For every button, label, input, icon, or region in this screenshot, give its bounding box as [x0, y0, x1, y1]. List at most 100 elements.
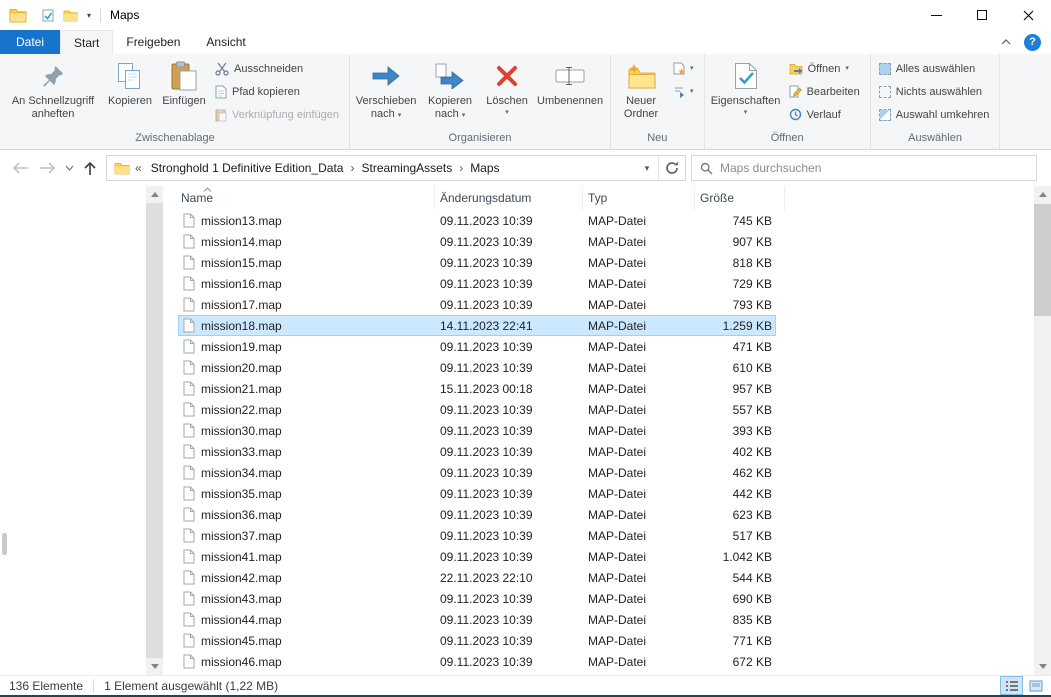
invert-selection-button[interactable]: Auswahl umkehren — [874, 103, 997, 126]
forward-button[interactable] — [39, 162, 56, 174]
file-row[interactable]: mission14.map 09.11.2023 10:39 MAP-Datei… — [178, 231, 776, 252]
file-name-cell: mission33.map — [178, 444, 435, 459]
file-row[interactable]: mission45.map 09.11.2023 10:39 MAP-Datei… — [178, 630, 776, 651]
file-date: 09.11.2023 10:39 — [440, 255, 533, 270]
file-type: MAP-Datei — [588, 402, 647, 417]
breadcrumb-item[interactable]: StreamingAssets — [357, 161, 456, 175]
file-row[interactable]: mission13.map 09.11.2023 10:39 MAP-Datei… — [178, 210, 776, 231]
breadcrumb-item[interactable]: Maps — [466, 161, 503, 175]
properties-button[interactable]: Eigenschaften ▾ — [708, 56, 784, 128]
file-row[interactable]: mission20.map 09.11.2023 10:39 MAP-Datei… — [178, 357, 776, 378]
thumbnails-view-button[interactable] — [1024, 676, 1047, 695]
file-name-cell: mission36.map — [178, 507, 435, 522]
copy-button[interactable]: Kopieren — [102, 56, 158, 128]
tab-ansicht[interactable]: Ansicht — [193, 30, 258, 54]
file-row[interactable]: mission21.map 15.11.2023 00:18 MAP-Datei… — [178, 378, 776, 399]
breadcrumb-overflow-button[interactable]: « — [132, 161, 145, 175]
pin-to-quick-access-button[interactable]: An Schnellzugriff anheften — [4, 56, 102, 128]
edit-label: Bearbeiten — [806, 85, 860, 98]
collapse-ribbon-icon[interactable] — [1001, 39, 1011, 45]
column-header-type[interactable]: Typ — [583, 186, 695, 210]
nav-pane-scrollbar[interactable] — [146, 186, 163, 675]
file-row[interactable]: mission15.map 09.11.2023 10:39 MAP-Datei… — [178, 252, 776, 273]
quick-access-toolbar: ▾ — [42, 9, 91, 22]
easy-access-button[interactable]: ▾ — [668, 80, 701, 103]
help-button[interactable]: ? — [1024, 33, 1041, 51]
rename-button[interactable]: Umbenennen — [533, 56, 607, 128]
copy-path-button[interactable]: Pfad kopieren — [210, 80, 346, 103]
clipboard-small-buttons: Ausschneiden Pfad kopieren Verknüpfung e… — [210, 56, 346, 126]
file-date: 14.11.2023 22:41 — [440, 318, 533, 333]
scroll-down-button[interactable] — [146, 658, 163, 675]
address-bar[interactable]: « Stronghold 1 Definitive Edition_Data ›… — [106, 155, 686, 181]
up-button[interactable] — [84, 161, 96, 176]
column-header-date[interactable]: Änderungsdatum — [435, 186, 583, 210]
file-row[interactable]: mission35.map 09.11.2023 10:39 MAP-Datei… — [178, 483, 776, 504]
edit-button[interactable]: Bearbeiten — [784, 80, 867, 103]
history-button[interactable]: Verlauf — [784, 103, 867, 126]
tab-start[interactable]: Start — [60, 30, 114, 54]
file-row[interactable]: mission22.map 09.11.2023 10:39 MAP-Datei… — [178, 399, 776, 420]
file-row[interactable]: mission33.map 09.11.2023 10:39 MAP-Datei… — [178, 441, 776, 462]
scroll-up-button[interactable] — [146, 186, 163, 203]
file-row[interactable]: mission19.map 09.11.2023 10:39 MAP-Datei… — [178, 336, 776, 357]
scrollbar-thumb[interactable] — [1034, 204, 1051, 316]
column-header-name[interactable]: Name — [163, 186, 435, 210]
file-row[interactable]: mission16.map 09.11.2023 10:39 MAP-Datei… — [178, 273, 776, 294]
properties-label: Eigenschaften — [710, 95, 781, 107]
details-view-button[interactable] — [1000, 676, 1023, 695]
new-folder-button[interactable]: Neuer Ordner — [614, 56, 668, 128]
back-button[interactable] — [12, 162, 29, 174]
file-row[interactable]: mission44.map 09.11.2023 10:39 MAP-Datei… — [178, 609, 776, 630]
breadcrumb-item[interactable]: Stronghold 1 Definitive Edition_Data — [147, 161, 348, 175]
refresh-button[interactable] — [658, 156, 685, 180]
file-row[interactable]: mission46.map 09.11.2023 10:39 MAP-Datei… — [178, 651, 776, 672]
breadcrumb-separator-icon[interactable]: › — [458, 161, 464, 175]
move-to-button[interactable]: Verschieben nach ▾ — [353, 56, 419, 128]
status-divider — [93, 679, 95, 692]
select-none-button[interactable]: Nichts auswählen — [874, 80, 997, 103]
cut-button[interactable]: Ausschneiden — [210, 57, 346, 80]
file-row[interactable]: mission17.map 09.11.2023 10:39 MAP-Datei… — [178, 294, 776, 315]
address-dropdown-button[interactable]: ▾ — [636, 156, 658, 180]
file-row[interactable]: mission37.map 09.11.2023 10:39 MAP-Datei… — [178, 525, 776, 546]
file-name: mission45.map — [201, 633, 282, 648]
qat-customize-dropdown[interactable]: ▾ — [87, 11, 91, 20]
history-dropdown-button[interactable] — [65, 165, 74, 171]
file-name-cell: mission37.map — [178, 528, 435, 543]
qat-new-folder-button[interactable] — [63, 9, 78, 22]
file-row[interactable]: mission18.map 14.11.2023 22:41 MAP-Datei… — [178, 315, 776, 336]
file-row[interactable]: mission43.map 09.11.2023 10:39 MAP-Datei… — [178, 588, 776, 609]
file-row[interactable]: mission30.map 09.11.2023 10:39 MAP-Datei… — [178, 420, 776, 441]
column-header-size[interactable]: Größe — [695, 186, 785, 210]
scroll-up-button[interactable] — [1034, 186, 1051, 203]
qat-properties-button[interactable] — [42, 9, 54, 22]
new-item-button[interactable]: ▾ — [668, 57, 701, 80]
breadcrumb-separator-icon[interactable]: › — [349, 161, 355, 175]
file-name: mission36.map — [201, 507, 282, 522]
close-button[interactable] — [1005, 0, 1051, 30]
scrollbar-thumb[interactable] — [146, 203, 163, 658]
tab-freigeben[interactable]: Freigeben — [113, 30, 193, 54]
minimize-button[interactable] — [913, 0, 959, 30]
paste-button[interactable]: Einfügen — [158, 56, 210, 128]
main-scrollbar[interactable] — [1034, 186, 1051, 675]
up-arrow-icon — [84, 161, 96, 175]
select-all-button[interactable]: Alles auswählen — [874, 57, 997, 80]
tab-datei[interactable]: Datei — [0, 30, 61, 54]
paste-shortcut-button[interactable]: Verknüpfung einfügen — [210, 103, 346, 126]
file-row[interactable]: mission34.map 09.11.2023 10:39 MAP-Datei… — [178, 462, 776, 483]
delete-button[interactable]: Löschen ▾ — [481, 56, 533, 128]
file-row[interactable]: mission41.map 09.11.2023 10:39 MAP-Datei… — [178, 546, 776, 567]
maximize-button[interactable] — [959, 0, 1005, 30]
search-input[interactable]: Maps durchsuchen — [691, 155, 1037, 181]
ribbon: An Schnellzugriff anheften Kopieren Einf… — [0, 54, 1051, 150]
file-type: MAP-Datei — [588, 528, 647, 543]
file-row[interactable]: mission36.map 09.11.2023 10:39 MAP-Datei… — [178, 504, 776, 525]
file-row[interactable]: mission42.map 22.11.2023 22:10 MAP-Datei… — [178, 567, 776, 588]
file-type: MAP-Datei — [588, 549, 647, 564]
copy-to-button[interactable]: Kopieren nach ▾ — [419, 56, 481, 128]
scroll-down-button[interactable] — [1034, 658, 1051, 675]
ribbon-group-organize: Verschieben nach ▾ Kopieren nach ▾ Lösch… — [350, 54, 612, 149]
open-button[interactable]: Öffnen ▾ — [784, 57, 867, 80]
